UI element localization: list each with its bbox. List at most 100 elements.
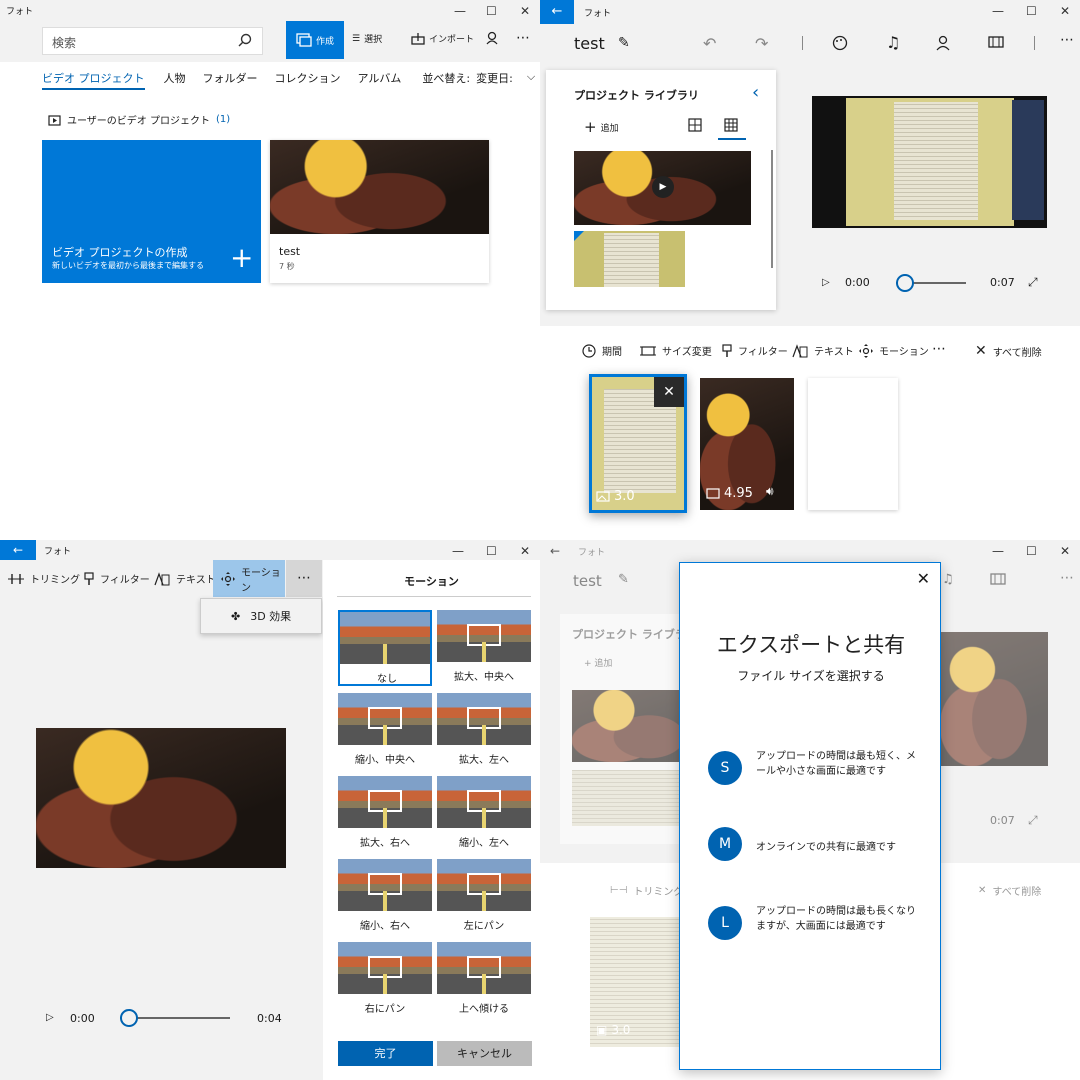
motion-frame-indicator xyxy=(368,790,402,812)
library-photo-thumb[interactable] xyxy=(572,770,682,826)
storyboard-empty-slot[interactable] xyxy=(808,378,898,510)
large-grid-icon[interactable] xyxy=(688,118,702,132)
motion-preset[interactable]: なし xyxy=(338,610,432,686)
motion-preset[interactable]: 拡大、中央へ xyxy=(437,610,531,686)
tab-collection[interactable]: コレクション xyxy=(275,70,341,90)
library-video-thumb[interactable]: ▶ xyxy=(574,151,751,225)
trim-button[interactable]: ⊢⊣ トリミング xyxy=(610,883,683,898)
palette-icon[interactable] xyxy=(832,35,848,51)
back-arrow-icon[interactable]: ← xyxy=(550,544,560,558)
motion-button[interactable]: モーション xyxy=(859,343,929,358)
close-button[interactable]: ✕ xyxy=(520,544,530,558)
play-button[interactable]: ▷ xyxy=(46,1012,54,1023)
more-icon[interactable]: ⋯ xyxy=(932,341,946,357)
search-input[interactable]: 検索 xyxy=(42,27,263,55)
storyboard-clip[interactable]: 4.95 🔊︎ xyxy=(700,378,794,510)
back-button[interactable]: ← xyxy=(0,540,36,560)
back-button[interactable]: ← xyxy=(540,0,574,24)
tab-people[interactable]: 人物 xyxy=(164,70,186,90)
more-button[interactable]: ⋯ xyxy=(286,560,322,597)
more-icon[interactable]: ⋯ xyxy=(1060,32,1074,48)
close-button[interactable]: ✕ xyxy=(520,4,530,18)
storyboard-clip[interactable]: ▣ 3.0 xyxy=(590,917,686,1047)
music-icon[interactable]: ♫ xyxy=(886,33,900,52)
motion-preset[interactable]: 拡大、右へ xyxy=(338,776,432,852)
close-button[interactable]: ✕ xyxy=(1060,4,1070,18)
fullscreen-icon[interactable]: ⤢ xyxy=(1028,813,1038,828)
minimize-button[interactable]: — xyxy=(452,544,464,558)
import-button[interactable]: インポート xyxy=(411,32,474,45)
search-icon[interactable] xyxy=(238,33,252,47)
tab-folders[interactable]: フォルダー xyxy=(203,70,258,90)
filter-button[interactable]: フィルター xyxy=(722,343,788,358)
library-photo-thumb[interactable] xyxy=(574,231,685,287)
add-button[interactable]: + 追加 xyxy=(584,656,612,669)
play-button[interactable]: ▷ xyxy=(822,277,830,288)
cancel-button[interactable]: キャンセル xyxy=(437,1041,532,1066)
filter-button[interactable]: フィルター xyxy=(84,571,150,586)
new-project-tile[interactable]: ビデオ プロジェクトの作成 新しいビデオを最初から最後まで編集する + xyxy=(42,140,261,283)
new-project-title: ビデオ プロジェクトの作成 xyxy=(52,246,188,259)
storyboard-view-icon[interactable] xyxy=(990,573,1006,585)
motion-preset[interactable]: 左にパン xyxy=(437,859,531,935)
motion-preset[interactable]: 縮小、右へ xyxy=(338,859,432,935)
music-icon[interactable]: ♫ xyxy=(942,572,954,587)
size-option-small[interactable]: S アップロードの時間は最も短く、メールや小さな画面に最適です xyxy=(708,749,928,799)
chevron-down-icon[interactable]: ⌵ xyxy=(527,70,535,90)
minimize-button[interactable]: — xyxy=(454,4,466,18)
fullscreen-icon[interactable]: ⤢ xyxy=(1028,275,1038,290)
project-card[interactable]: test 7 秒 xyxy=(270,140,489,283)
custom-audio-icon[interactable] xyxy=(936,35,952,51)
3d-effects-menu-item[interactable]: ✤ 3D 効果 xyxy=(200,598,322,634)
undo-icon[interactable]: ↶ xyxy=(703,34,716,53)
small-grid-tab[interactable] xyxy=(718,114,746,140)
trim-button[interactable]: トリミング xyxy=(8,571,80,586)
delete-all-label: すべて削除 xyxy=(992,887,1042,898)
select-button[interactable]: ☰ 選択 xyxy=(352,32,382,46)
motion-preview-image xyxy=(338,693,432,745)
motion-preset[interactable]: 上へ傾ける xyxy=(437,942,531,1018)
tab-albums[interactable]: アルバム xyxy=(358,70,402,90)
done-button[interactable]: 完了 xyxy=(338,1041,433,1066)
text-button[interactable]: テキスト xyxy=(154,571,216,586)
motion-preset-label: 拡大、中央へ xyxy=(454,672,514,683)
motion-preset[interactable]: 縮小、中央へ xyxy=(338,693,432,769)
storyboard-clip-selected[interactable]: ✕ 3.0 xyxy=(589,374,687,513)
remove-clip-button[interactable]: ✕ xyxy=(654,377,684,407)
library-scrollbar[interactable] xyxy=(771,150,773,268)
close-button[interactable]: ✕ xyxy=(1060,544,1070,558)
rename-pencil-icon[interactable]: ✎ xyxy=(618,35,630,51)
motion-preset[interactable]: 縮小、左へ xyxy=(437,776,531,852)
add-button[interactable]: + 追加 xyxy=(584,118,619,136)
checklist-icon: ☰ xyxy=(352,33,361,44)
motion-button-active[interactable]: モーション xyxy=(213,560,285,597)
text-button[interactable]: テキスト xyxy=(792,343,854,358)
create-button[interactable]: 作成 xyxy=(286,21,344,59)
motion-preset[interactable]: 右にパン xyxy=(338,942,432,1018)
maximize-button[interactable]: ☐ xyxy=(1026,544,1037,558)
collapse-chevron-icon[interactable]: ‹ xyxy=(752,82,759,103)
account-icon[interactable] xyxy=(486,31,500,45)
tab-video-projects[interactable]: ビデオ プロジェクト xyxy=(42,70,145,90)
maximize-button[interactable]: ☐ xyxy=(486,544,497,558)
resize-button[interactable]: サイズ変更 xyxy=(640,343,712,358)
duration-button[interactable]: 期間 xyxy=(582,343,622,358)
motion-preset[interactable]: 拡大、左へ xyxy=(437,693,531,769)
seek-thumb[interactable] xyxy=(896,274,914,292)
seek-thumb[interactable] xyxy=(120,1009,138,1027)
redo-icon[interactable]: ↷ xyxy=(755,34,768,53)
minimize-button[interactable]: — xyxy=(992,544,1004,558)
delete-all-button[interactable]: ✕ すべて削除 xyxy=(975,343,1042,359)
storyboard-view-icon[interactable] xyxy=(988,36,1004,48)
size-option-medium[interactable]: M オンラインでの共有に最適です xyxy=(708,827,928,867)
rename-pencil-icon[interactable]: ✎ xyxy=(618,572,629,587)
delete-all-button[interactable]: ✕ すべて削除 xyxy=(978,883,1041,898)
dialog-close-icon[interactable]: ✕ xyxy=(917,569,930,588)
maximize-button[interactable]: ☐ xyxy=(486,4,497,18)
minimize-button[interactable]: — xyxy=(992,4,1004,18)
size-option-large[interactable]: L アップロードの時間は最も長くなりますが、大画面には最適です xyxy=(708,904,928,954)
maximize-button[interactable]: ☐ xyxy=(1026,4,1037,18)
sort-value[interactable]: 変更日: xyxy=(476,70,513,90)
more-icon[interactable]: ⋯ xyxy=(1060,570,1074,586)
more-icon[interactable]: ⋯ xyxy=(516,30,530,46)
